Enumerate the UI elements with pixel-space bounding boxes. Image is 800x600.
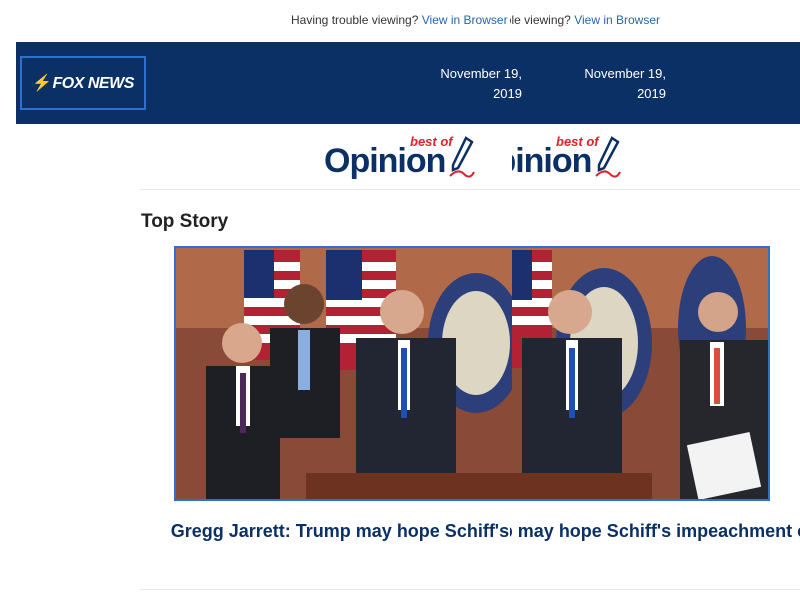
pen-icon bbox=[449, 136, 475, 178]
view-in-browser-link[interactable]: View in Browser bbox=[422, 13, 508, 27]
opinion-logo-duplicate: Opinion best of bbox=[512, 130, 622, 190]
preheader-segment-duplicate: Having trouble viewing? View in Browser bbox=[510, 13, 660, 27]
section-title: Top Story bbox=[141, 211, 229, 232]
pen-icon bbox=[595, 136, 621, 178]
divider bbox=[140, 589, 800, 590]
logo-mark-icon: ⚡ bbox=[32, 75, 52, 92]
top-story-headline[interactable]: Gregg Jarrett: Trump may hope Schiff's i… bbox=[0, 520, 800, 568]
preheader: Having trouble viewing? View in Browser … bbox=[0, 13, 800, 29]
view-in-browser-link[interactable]: View in Browser bbox=[574, 13, 660, 27]
headline-segment: Gregg Jarrett: Trump may hope Schiff's i… bbox=[0, 520, 510, 568]
photo-left-half bbox=[176, 248, 512, 499]
preheader-segment: Having trouble viewing? View in Browser bbox=[291, 13, 510, 27]
headline-text[interactable]: Gregg Jarrett: Trump may hope Schiff's i… bbox=[171, 521, 510, 541]
headline-segment-duplicate: Gregg Jarrett: Trump may hope Schiff's i… bbox=[510, 520, 800, 568]
top-story-photo[interactable] bbox=[174, 246, 770, 501]
trouble-viewing-text: Having trouble viewing? bbox=[510, 13, 571, 27]
fox-news-logo[interactable]: ⚡FOX NEWS bbox=[20, 56, 146, 110]
best-of-opinion-banner: Opinion best of Opinion best of bbox=[0, 130, 800, 190]
header-date-duplicate: November 19, 2019 bbox=[584, 66, 666, 101]
logo-text: ⚡FOX NEWS bbox=[32, 75, 134, 92]
best-of-text: best of bbox=[410, 134, 453, 149]
photo-right-half bbox=[512, 248, 768, 499]
header-bar: ⚡FOX NEWS November 19, 2019 November 19,… bbox=[16, 42, 800, 124]
header-date: November 19, 2019 bbox=[440, 66, 522, 101]
divider bbox=[140, 189, 800, 190]
opinion-logo: Opinion best of bbox=[324, 130, 480, 190]
headline-text[interactable]: Gregg Jarrett: Trump may hope Schiff's i… bbox=[510, 521, 800, 541]
trouble-viewing-text: Having trouble viewing? bbox=[291, 13, 419, 27]
